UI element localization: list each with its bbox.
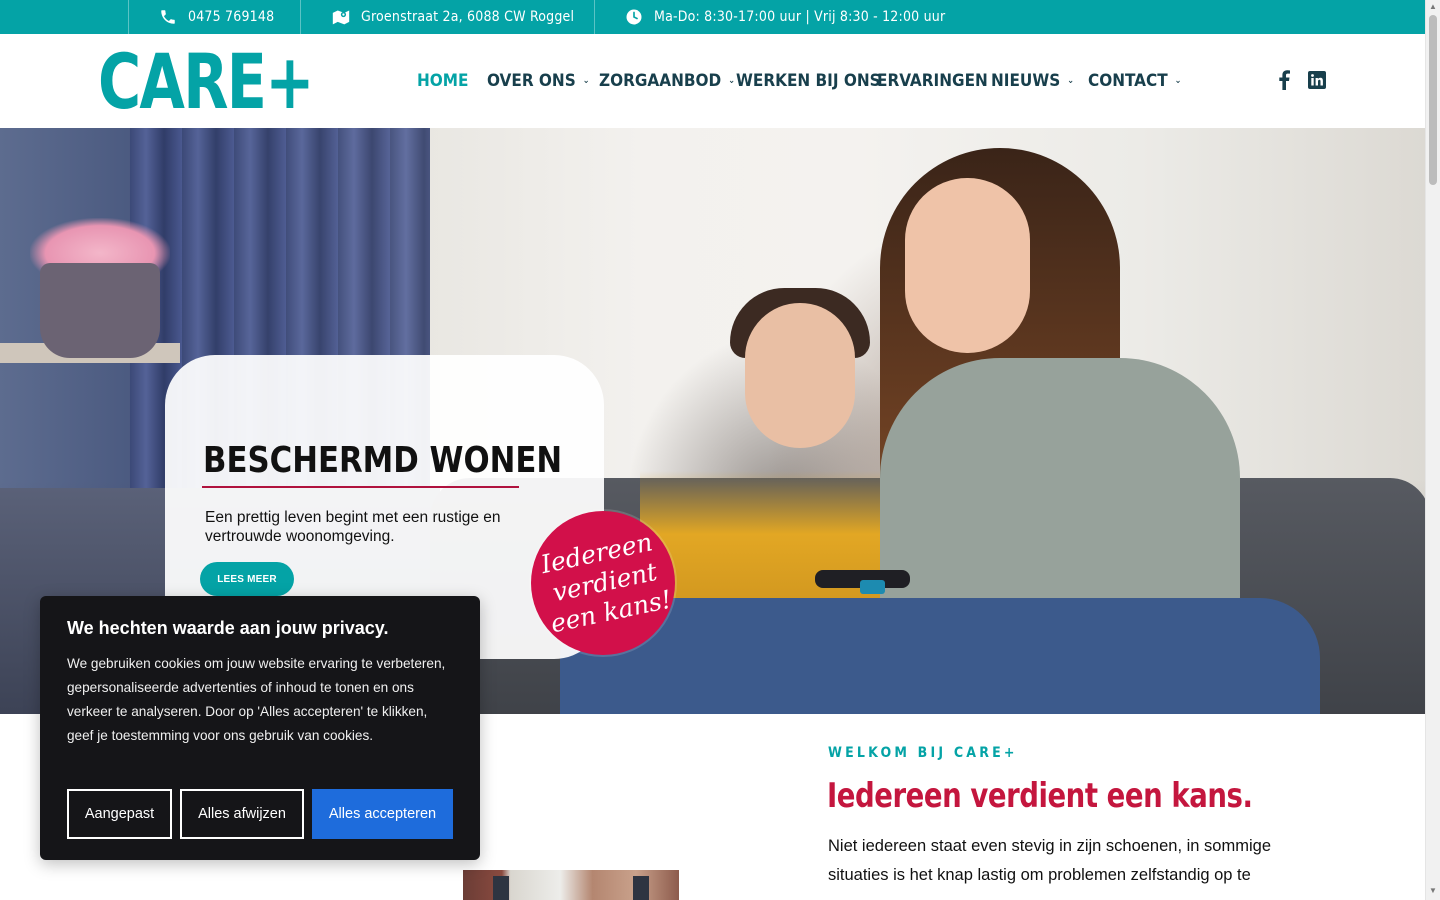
facebook-icon[interactable] — [1272, 68, 1296, 92]
welcome-text: Niet iedereen staat even stevig in zijn … — [828, 837, 1271, 884]
welcome-label: WELKOM BIJ CARE+ — [828, 745, 1018, 761]
hero-photo-face — [905, 178, 1030, 353]
nav-zorgaanbod[interactable]: ZORGAANBOD ⌄ — [599, 71, 735, 91]
accept-all-cookies-button[interactable]: Alles accepteren — [312, 789, 453, 839]
hero-photo-pot — [40, 263, 160, 358]
nav-label: NIEUWS — [991, 71, 1061, 91]
nav-home[interactable]: HOME — [417, 71, 468, 91]
clock-icon — [624, 7, 644, 27]
address-contact: Groenstraat 2a, 6088 CW Roggel — [331, 0, 574, 34]
chevron-down-icon: ⌄ — [728, 76, 736, 86]
hero-title: BESCHERMD WONEN — [203, 440, 563, 481]
chevron-down-icon: ⌄ — [582, 76, 590, 86]
nav-label: WERKEN BIJ ONS — [736, 71, 881, 91]
page: 0475 769148 Groenstraat 2a, 6088 CW Rogg… — [0, 0, 1440, 900]
scroll-thumb[interactable] — [1429, 15, 1437, 185]
house-window — [493, 876, 509, 900]
nav-nieuws[interactable]: NIEUWS ⌄ — [991, 71, 1074, 91]
nav-label: ZORGAANBOD — [599, 71, 722, 91]
chevron-down-icon: ⌄ — [1174, 76, 1182, 86]
cookie-text: We gebruiken cookies om jouw website erv… — [67, 656, 446, 743]
hours-text: Ma-Do: 8:30-17:00 uur | Vrij 8:30 - 12:0… — [654, 9, 946, 25]
customize-cookies-button[interactable]: Aangepast — [67, 789, 172, 839]
map-icon — [331, 7, 351, 27]
phone-contact[interactable]: 0475 769148 — [158, 0, 274, 34]
scroll-up-icon[interactable]: ▲ — [1429, 3, 1437, 11]
nav-label: CONTACT — [1088, 71, 1168, 91]
slogan-badge: Iedereen verdient een kans! — [531, 511, 675, 655]
chevron-down-icon: ⌄ — [1067, 76, 1075, 86]
hero-photo-controller — [860, 580, 885, 594]
hero-photo-face — [745, 303, 855, 448]
hero-text: Een prettig leven begint met een rustige… — [205, 509, 501, 545]
site-header: CARE+ HOME OVER ONS ⌄ ZORGAANBOD ⌄ WERKEN … — [0, 34, 1425, 128]
divider — [594, 0, 595, 34]
nav-label: OVER ONS — [487, 71, 576, 91]
divider — [128, 0, 129, 34]
divider — [300, 0, 301, 34]
opening-hours: Ma-Do: 8:30-17:00 uur | Vrij 8:30 - 12:0… — [624, 0, 945, 34]
nav-werken-bij-ons[interactable]: WERKEN BIJ ONS — [736, 71, 881, 91]
welcome-title: Iedereen verdient een kans. — [827, 776, 1253, 816]
scroll-down-icon[interactable]: ▼ — [1429, 887, 1437, 895]
house-window — [633, 876, 649, 900]
nav-over-ons[interactable]: OVER ONS ⌄ — [487, 71, 590, 91]
reject-all-cookies-button[interactable]: Alles afwijzen — [180, 789, 304, 839]
cookie-consent-dialog: We hechten waarde aan jouw privacy. We g… — [40, 596, 480, 860]
house-image — [463, 870, 679, 900]
phone-number[interactable]: 0475 769148 — [188, 9, 274, 25]
nav-ervaringen[interactable]: ERVARINGEN — [877, 71, 988, 91]
page-scrollbar[interactable]: ▲ ▼ — [1425, 0, 1440, 900]
cookie-title: We hechten waarde aan jouw privacy. — [67, 618, 389, 638]
nav-label: HOME — [417, 71, 469, 91]
logo[interactable]: CARE+ — [98, 44, 315, 120]
linkedin-icon[interactable] — [1305, 68, 1329, 92]
nav-label: ERVARINGEN — [877, 71, 988, 91]
phone-icon — [158, 7, 178, 27]
address-text: Groenstraat 2a, 6088 CW Roggel — [361, 9, 575, 25]
hero-title-underline — [202, 486, 519, 488]
nav-contact[interactable]: CONTACT ⌄ — [1088, 71, 1181, 91]
top-info-bar: 0475 769148 Groenstraat 2a, 6088 CW Rogg… — [0, 0, 1425, 34]
lees-meer-button[interactable]: LEES MEER — [200, 562, 294, 596]
